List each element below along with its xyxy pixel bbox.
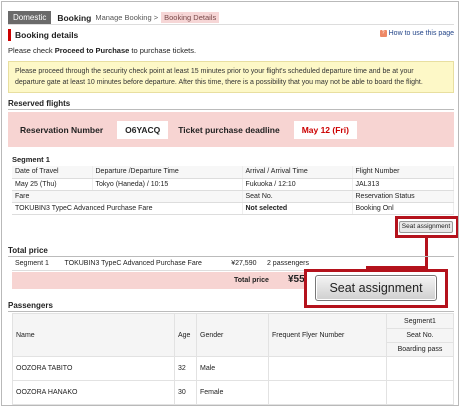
how-to-use-link[interactable]: ? How to use this page bbox=[379, 30, 454, 37]
seat-assignment-button[interactable]: Seat assignment bbox=[399, 221, 453, 233]
col-date: Date of Travel bbox=[12, 166, 93, 179]
seat-assignment-button-zoomed[interactable]: Seat assignment bbox=[315, 275, 437, 301]
reserved-flights-title: Reserved flights bbox=[8, 99, 71, 108]
col-seat-no: Seat No. bbox=[386, 328, 454, 343]
security-notice: Please proceed through the security chec… bbox=[8, 61, 454, 93]
col-age: Age bbox=[174, 313, 197, 357]
breadcrumb: Domestic Booking Manage Booking > Bookin… bbox=[8, 11, 454, 25]
divider bbox=[8, 109, 454, 110]
passengers-title: Passengers bbox=[8, 301, 53, 310]
breadcrumb-manage-booking[interactable]: Manage Booking > bbox=[95, 13, 158, 22]
passenger-name: OOZORA HANAKO bbox=[12, 380, 175, 405]
price-fare: TOKUBIN3 TypeC Advanced Purchase Fare bbox=[61, 258, 229, 271]
price-segment: Segment 1 bbox=[12, 258, 62, 271]
cell-fare: TOKUBIN3 TypeC Advanced Purchase Fare bbox=[12, 202, 243, 215]
col-status: Reservation Status bbox=[352, 190, 454, 203]
table-header-row: Fare Seat No. Reservation Status bbox=[12, 190, 454, 203]
booking-heading: Booking bbox=[57, 12, 92, 23]
purchase-deadline: May 12 (Fri) bbox=[293, 120, 357, 139]
instruction-prefix: Please check bbox=[8, 46, 55, 55]
col-ffn: Frequent Flyer Number bbox=[268, 313, 387, 357]
col-departure: Departure /Departure Time bbox=[92, 166, 243, 179]
total-price-amount: ¥55 bbox=[288, 274, 305, 285]
booking-details-heading: Booking details bbox=[15, 30, 79, 40]
instruction-text: Please check Proceed to Purchase to purc… bbox=[8, 46, 454, 55]
segment-table: Date of Travel Departure /Departure Time… bbox=[12, 166, 454, 215]
divider bbox=[8, 256, 454, 257]
booking-details-section: Booking details ? How to use this page P… bbox=[8, 29, 454, 93]
col-flight: Flight Number bbox=[352, 166, 454, 179]
col-segment1: Segment1 bbox=[386, 313, 454, 329]
table-row: TOKUBIN3 TypeC Advanced Purchase Fare No… bbox=[12, 202, 454, 215]
domestic-tab[interactable]: Domestic bbox=[8, 11, 52, 24]
reservation-number: O6YACQ bbox=[117, 120, 169, 139]
deadline-label: Ticket purchase deadline bbox=[178, 124, 280, 135]
cell-date: May 25 (Thu) bbox=[12, 178, 93, 191]
passenger-seat bbox=[386, 380, 454, 405]
instruction-suffix: to purchase tickets. bbox=[129, 46, 197, 55]
breadcrumb-booking-details: Booking Details bbox=[161, 12, 220, 23]
table-header-row: Date of Travel Departure /Departure Time… bbox=[12, 166, 454, 179]
reservation-bar: Reservation Number O6YACQ Ticket purchas… bbox=[8, 112, 454, 147]
cell-seat: Not selected bbox=[242, 202, 353, 215]
col-fare: Fare bbox=[12, 190, 243, 203]
col-boarding-pass: Boarding pass bbox=[386, 342, 454, 357]
page-frame: Domestic Booking Manage Booking > Bookin… bbox=[1, 1, 459, 406]
callout-line bbox=[425, 238, 428, 269]
notice-line-1: Please proceed through the security chec… bbox=[15, 68, 414, 75]
col-name: Name bbox=[12, 313, 175, 357]
notice-line-2: departure gate at least 10 minutes befor… bbox=[15, 79, 423, 86]
divider bbox=[8, 311, 454, 312]
help-icon: ? bbox=[379, 30, 387, 37]
passenger-ffn[interactable] bbox=[268, 356, 387, 381]
passenger-gender: Female bbox=[196, 380, 269, 405]
table-row: Segment 1 TOKUBIN3 TypeC Advanced Purcha… bbox=[12, 258, 312, 271]
col-arrival: Arrival / Arrival Time bbox=[242, 166, 353, 179]
table-row: OOZORA TABITO 32 Male bbox=[12, 356, 454, 381]
table-header-row: Name Age Gender Frequent Flyer Number Se… bbox=[12, 313, 454, 357]
cell-status: Booking Onl bbox=[352, 202, 454, 215]
reservation-number-label: Reservation Number bbox=[20, 124, 104, 135]
col-gender: Gender bbox=[196, 313, 269, 357]
passenger-ffn[interactable] bbox=[268, 380, 387, 405]
passenger-seat bbox=[386, 356, 454, 381]
cell-departure: Tokyo (Haneda) / 10:15 bbox=[92, 178, 243, 191]
passenger-gender: Male bbox=[196, 356, 269, 381]
total-price-bar: Total price ¥55 bbox=[12, 272, 312, 289]
passengers-table: Name Age Gender Frequent Flyer Number Se… bbox=[12, 313, 454, 405]
passenger-age: 30 bbox=[174, 380, 197, 405]
price-amount: ¥27,590 bbox=[228, 258, 264, 271]
segment-title: Segment 1 bbox=[12, 155, 50, 164]
passenger-name: OOZORA TABITO bbox=[12, 356, 175, 381]
total-price-title: Total price bbox=[8, 246, 48, 255]
cell-arrival: Fukuoka / 12:10 bbox=[242, 178, 353, 191]
table-row: OOZORA HANAKO 30 Female bbox=[12, 380, 454, 405]
passenger-age: 32 bbox=[174, 356, 197, 381]
instruction-bold: Proceed to Purchase bbox=[54, 46, 130, 55]
cell-flight: JAL313 bbox=[352, 178, 454, 191]
how-to-use-label: How to use this page bbox=[388, 30, 454, 37]
price-table: Segment 1 TOKUBIN3 TypeC Advanced Purcha… bbox=[12, 258, 312, 271]
total-price-label: Total price bbox=[234, 277, 269, 284]
col-seat: Seat No. bbox=[242, 190, 353, 203]
table-row: May 25 (Thu) Tokyo (Haneda) / 10:15 Fuku… bbox=[12, 178, 454, 191]
